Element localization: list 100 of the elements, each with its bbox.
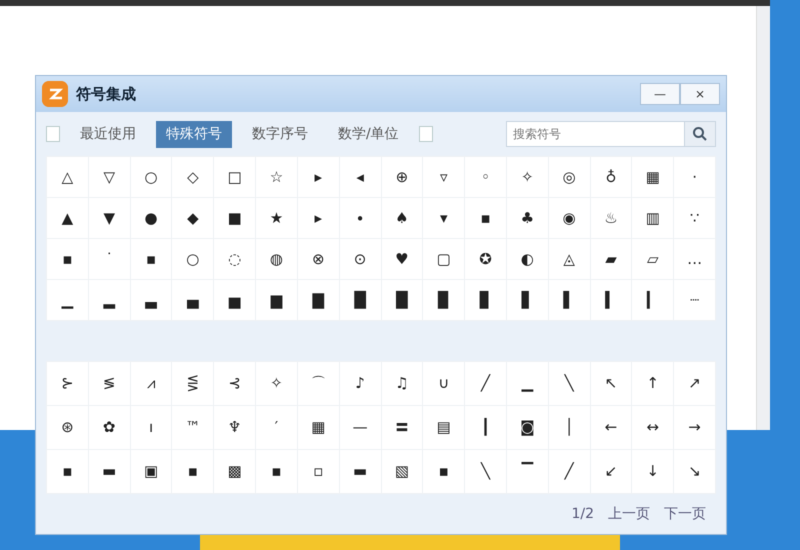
symbol-cell[interactable]: ∪ xyxy=(423,362,464,405)
symbol-cell[interactable]: ▔ xyxy=(506,450,548,493)
symbol-cell[interactable]: ▤ xyxy=(423,406,464,449)
symbol-cell[interactable]: ◦ xyxy=(465,157,506,197)
symbol-cell[interactable]: ⋚ xyxy=(172,362,214,405)
symbol-cell[interactable]: ♥ xyxy=(382,239,422,279)
tab[interactable]: 特殊符号 xyxy=(156,120,232,148)
symbol-cell[interactable]: ⌒ xyxy=(298,362,339,405)
symbol-cell[interactable]: ◙ xyxy=(506,406,548,449)
symbol-cell[interactable]: ▸ xyxy=(298,198,339,238)
symbol-cell[interactable]: ▇ xyxy=(298,280,339,320)
symbol-cell[interactable]: ◎ xyxy=(548,157,590,197)
close-button[interactable]: × xyxy=(680,83,720,105)
symbol-cell[interactable]: ▲ xyxy=(47,198,88,238)
symbol-cell[interactable]: 〓 xyxy=(382,406,422,449)
symbol-cell[interactable]: ▎ xyxy=(632,280,674,320)
symbol-cell[interactable]: ✧ xyxy=(506,157,548,197)
symbol-cell[interactable]: ▌ xyxy=(548,280,590,320)
symbol-cell[interactable]: ♫ xyxy=(382,362,422,405)
symbol-cell[interactable]: ╲ xyxy=(548,362,590,405)
search-button[interactable] xyxy=(684,121,716,147)
symbol-cell[interactable]: ▾ xyxy=(423,198,464,238)
symbol-cell[interactable]: ♠ xyxy=(382,198,422,238)
symbol-cell[interactable]: ╱ xyxy=(548,450,590,493)
symbol-cell[interactable]: ★ xyxy=(256,198,297,238)
symbol-cell[interactable]: ∙ xyxy=(340,198,380,238)
symbol-cell[interactable]: ▃ xyxy=(130,280,172,320)
symbol-cell[interactable]: ✪ xyxy=(465,239,506,279)
symbol-cell[interactable]: ◂ xyxy=(340,157,380,197)
symbol-cell[interactable]: ┈ xyxy=(674,280,715,320)
symbol-cell[interactable]: ↙ xyxy=(590,450,632,493)
symbol-cell[interactable]: ◆ xyxy=(172,198,214,238)
symbol-cell[interactable]: ▼ xyxy=(88,198,130,238)
symbol-cell[interactable]: ✧ xyxy=(256,362,297,405)
symbol-cell[interactable]: ▂ xyxy=(88,280,130,320)
symbol-cell[interactable]: ↗ xyxy=(674,362,715,405)
symbol-cell[interactable]: ◬ xyxy=(548,239,590,279)
symbol-cell[interactable]: ▽ xyxy=(88,157,130,197)
symbol-cell[interactable]: ↘ xyxy=(674,450,715,493)
symbol-cell[interactable]: ▿ xyxy=(423,157,464,197)
symbol-cell[interactable]: ⊗ xyxy=(298,239,339,279)
symbol-cell[interactable]: ⊰ xyxy=(214,362,256,405)
symbol-cell[interactable]: ▅ xyxy=(214,280,256,320)
symbol-cell[interactable]: ↑ xyxy=(632,362,674,405)
symbol-cell[interactable]: ▊ xyxy=(465,280,506,320)
symbol-cell[interactable]: ▦ xyxy=(632,157,674,197)
symbol-cell[interactable]: ▍ xyxy=(590,280,632,320)
tab[interactable]: 数学/单位 xyxy=(328,120,409,148)
symbol-cell[interactable]: … xyxy=(674,239,715,279)
symbol-cell[interactable]: ▄ xyxy=(172,280,214,320)
symbol-cell[interactable]: ▢ xyxy=(423,239,464,279)
symbol-cell[interactable]: □ xyxy=(214,157,256,197)
symbol-cell[interactable]: ▉ xyxy=(423,280,464,320)
tab[interactable]: 最近使用 xyxy=(70,120,146,148)
minimize-button[interactable]: — xyxy=(640,83,680,105)
symbol-cell[interactable]: ⊙ xyxy=(340,239,380,279)
scrollbar[interactable] xyxy=(756,6,770,430)
symbol-cell[interactable]: ⩘ xyxy=(130,362,172,405)
symbol-cell[interactable]: ≶ xyxy=(88,362,130,405)
symbol-cell[interactable]: ● xyxy=(130,198,172,238)
symbol-cell[interactable]: ▁ xyxy=(47,280,88,320)
previous-page-link[interactable]: 上一页 xyxy=(608,504,650,525)
symbol-cell[interactable]: ☆ xyxy=(256,157,297,197)
symbol-cell[interactable]: ♪ xyxy=(340,362,380,405)
symbol-cell[interactable]: ⊱ xyxy=(47,362,88,405)
symbol-cell[interactable]: ◐ xyxy=(506,239,548,279)
symbol-cell[interactable]: ◉ xyxy=(548,198,590,238)
symbol-cell[interactable]: ◌ xyxy=(214,239,256,279)
symbol-cell[interactable]: ← xyxy=(590,406,632,449)
next-page-link[interactable]: 下一页 xyxy=(664,504,706,525)
symbol-cell[interactable]: ⊕ xyxy=(382,157,422,197)
symbol-cell[interactable]: ▱ xyxy=(632,239,674,279)
symbol-cell[interactable]: ▰ xyxy=(590,239,632,279)
symbol-cell[interactable]: · xyxy=(674,157,715,197)
symbol-cell[interactable]: ■ xyxy=(214,198,256,238)
symbol-cell[interactable]: ▥ xyxy=(632,198,674,238)
symbol-cell[interactable]: ▪ xyxy=(423,450,464,493)
search-field[interactable]: 搜索符号 xyxy=(506,121,684,147)
symbol-cell[interactable]: █ xyxy=(340,280,380,320)
symbol-cell[interactable]: ┃ xyxy=(465,406,506,449)
symbol-cell[interactable]: ▋ xyxy=(506,280,548,320)
symbol-cell[interactable]: ○ xyxy=(130,157,172,197)
symbol-cell[interactable]: █ xyxy=(382,280,422,320)
symbol-cell[interactable]: ˙ xyxy=(88,239,130,279)
symbol-cell[interactable]: ♁ xyxy=(590,157,632,197)
symbol-cell[interactable]: ♨ xyxy=(590,198,632,238)
symbol-cell[interactable]: │ xyxy=(548,406,590,449)
symbol-cell[interactable]: ◇ xyxy=(172,157,214,197)
symbol-cell[interactable]: ▪ xyxy=(465,198,506,238)
symbol-cell[interactable]: ◍ xyxy=(256,239,297,279)
symbol-cell[interactable]: ↖ xyxy=(590,362,632,405)
tab[interactable]: 数字序号 xyxy=(242,120,318,148)
symbol-cell[interactable]: ▧ xyxy=(382,450,422,493)
symbol-cell[interactable]: ⊛ xyxy=(47,406,88,449)
symbol-cell[interactable]: ▪ xyxy=(47,239,88,279)
symbol-cell[interactable]: ♣ xyxy=(506,198,548,238)
symbol-cell[interactable]: → xyxy=(674,406,715,449)
symbol-cell[interactable]: ▪ xyxy=(47,450,88,493)
symbol-cell[interactable]: ▁ xyxy=(506,362,548,405)
symbol-cell[interactable]: ▆ xyxy=(256,280,297,320)
